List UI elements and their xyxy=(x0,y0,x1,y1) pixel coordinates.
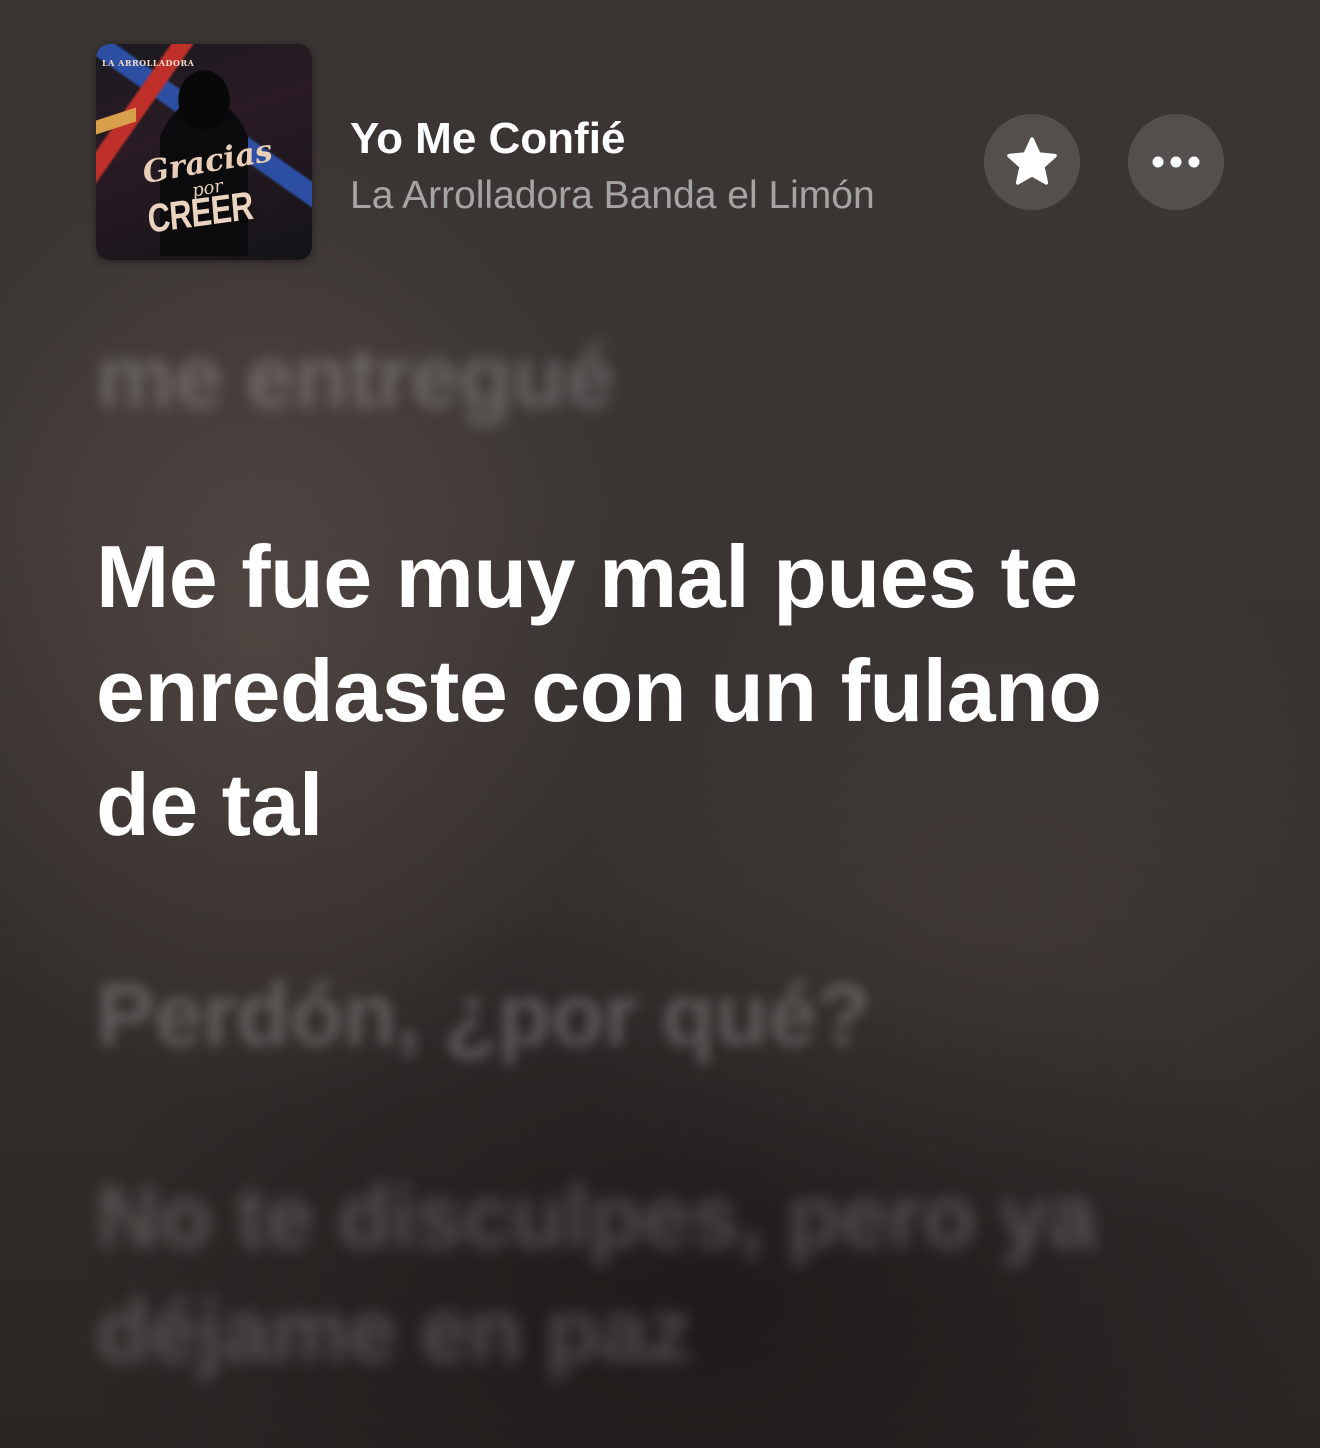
now-playing-header: LA ARROLLADORA Gracias por CREER Yo Me C… xyxy=(96,44,1236,260)
lyric-line-next[interactable]: No te disculpes, pero ya déjame en paz xyxy=(96,1160,1226,1388)
ellipsis-icon xyxy=(1152,156,1200,168)
track-title[interactable]: Yo Me Confié xyxy=(350,114,625,164)
artwork-gold-stripe xyxy=(96,107,136,135)
favorite-button[interactable] xyxy=(984,114,1080,210)
lyric-line-next[interactable]: Perdón, ¿por qué? xyxy=(96,958,1226,1072)
more-options-button[interactable] xyxy=(1128,114,1224,210)
album-artwork[interactable]: LA ARROLLADORA Gracias por CREER xyxy=(96,44,312,260)
track-artist[interactable]: La Arrolladora Banda el Limón xyxy=(350,174,972,218)
artwork-band-logo: LA ARROLLADORA xyxy=(102,58,195,68)
star-icon xyxy=(1007,137,1057,185)
lyric-line-previous[interactable]: me entregué xyxy=(96,320,1226,434)
lyric-line-current[interactable]: Me fue muy mal pues te enredaste con un … xyxy=(96,520,1226,862)
